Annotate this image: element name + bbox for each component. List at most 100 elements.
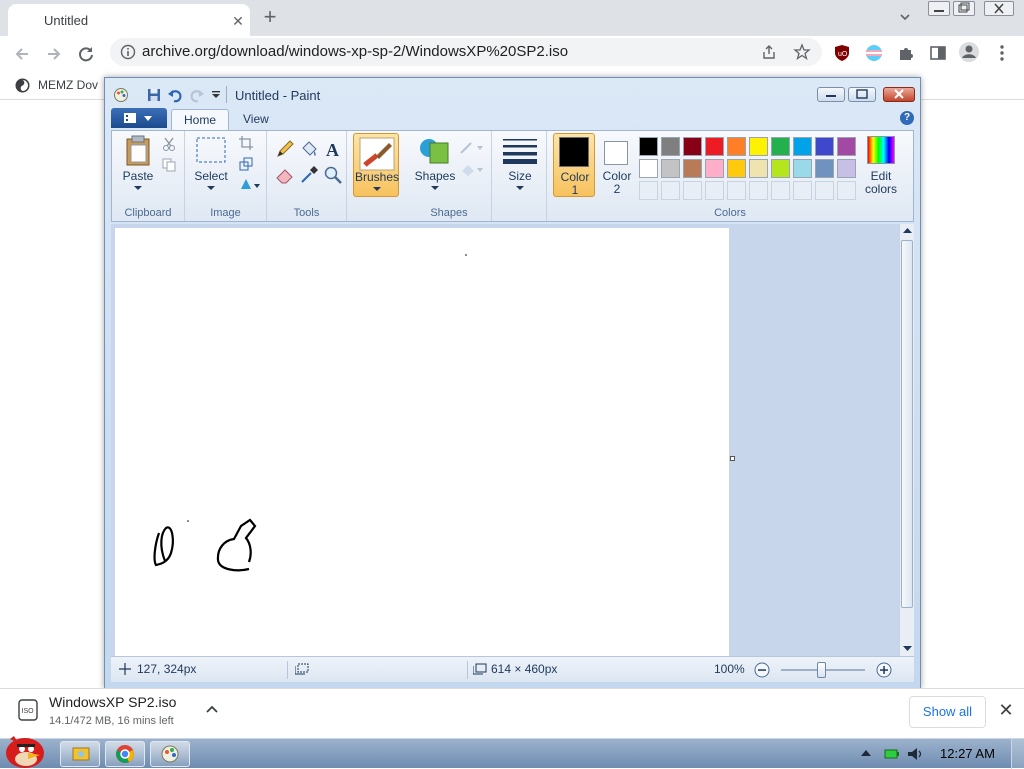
ublock-icon[interactable]: uO	[834, 44, 850, 62]
taskbar-explorer-button[interactable]	[60, 741, 100, 767]
canvas-area[interactable]	[111, 224, 899, 656]
palette-swatch[interactable]	[683, 137, 702, 156]
back-icon[interactable]	[10, 42, 34, 66]
select-button[interactable]: Select	[189, 133, 233, 197]
volume-icon[interactable]	[906, 746, 924, 762]
scrollbar-thumb[interactable]	[901, 240, 913, 608]
download-filename[interactable]: WindowsXP SP2.iso	[49, 694, 176, 710]
share-icon[interactable]	[761, 44, 777, 60]
color1-button[interactable]: Color 1	[553, 133, 595, 197]
scroll-up-icon[interactable]	[903, 228, 912, 234]
custom-color-slot[interactable]	[815, 181, 834, 200]
restore-icon[interactable]	[953, 1, 975, 16]
undo-icon[interactable]	[167, 87, 183, 103]
show-desktop-button[interactable]	[1011, 739, 1024, 769]
tab-home[interactable]: Home	[171, 109, 230, 130]
paint-minimize-icon[interactable]	[817, 87, 845, 102]
palette-swatch[interactable]	[793, 159, 812, 178]
customize-toolbar-icon[interactable]	[211, 89, 221, 99]
show-all-button[interactable]: Show all	[909, 696, 986, 728]
zoom-out-icon[interactable]	[754, 662, 770, 678]
menu-icon[interactable]	[994, 44, 1010, 62]
tab-search-icon[interactable]	[897, 9, 913, 25]
tray-expand-icon[interactable]	[861, 749, 871, 757]
palette-swatch[interactable]	[639, 137, 658, 156]
shapes-button[interactable]: Shapes	[413, 133, 457, 197]
palette-swatch[interactable]	[771, 159, 790, 178]
palette-swatch[interactable]	[727, 137, 746, 156]
paste-button[interactable]: Paste	[116, 133, 160, 197]
custom-color-slot[interactable]	[639, 181, 658, 200]
brushes-button[interactable]: Brushes	[353, 133, 399, 197]
scroll-down-icon[interactable]	[903, 645, 912, 651]
palette-swatch[interactable]	[661, 159, 680, 178]
magnifier-icon[interactable]	[323, 165, 343, 185]
palette-swatch[interactable]	[727, 159, 746, 178]
extensions-icon[interactable]	[897, 44, 915, 62]
copy-icon[interactable]	[162, 158, 176, 172]
custom-color-slot[interactable]	[683, 181, 702, 200]
redo-icon[interactable]	[189, 87, 205, 103]
color-picker-icon[interactable]	[299, 165, 319, 185]
color2-button[interactable]: Color 2	[597, 133, 637, 197]
fill-icon[interactable]	[299, 139, 319, 159]
download-bar-close-icon[interactable]: ✕	[997, 701, 1015, 719]
shape-fill-icon[interactable]	[459, 161, 483, 177]
address-bar[interactable]: archive.org/download/windows-xp-sp-2/Win…	[110, 38, 822, 66]
start-button-angry-bird-icon[interactable]	[0, 731, 50, 769]
reload-icon[interactable]	[74, 42, 98, 66]
palette-swatch[interactable]	[749, 137, 768, 156]
paint-app-icon[interactable]	[113, 87, 129, 103]
palette-swatch[interactable]	[815, 159, 834, 178]
size-button[interactable]: Size	[498, 133, 542, 197]
palette-swatch[interactable]	[661, 137, 680, 156]
pride-extension-icon[interactable]	[865, 44, 883, 62]
custom-color-slot[interactable]	[727, 181, 746, 200]
drawing-canvas[interactable]	[115, 228, 735, 656]
palette-swatch[interactable]	[705, 159, 724, 178]
canvas-resize-handle[interactable]	[730, 456, 735, 461]
pencil-icon[interactable]	[275, 139, 295, 159]
palette-swatch[interactable]	[837, 137, 856, 156]
bookmark-star-icon[interactable]	[793, 43, 811, 61]
custom-color-slot[interactable]	[661, 181, 680, 200]
close-window-icon[interactable]	[984, 1, 1014, 16]
edit-colors-button[interactable]: Edit colors	[855, 133, 907, 197]
palette-swatch[interactable]	[705, 137, 724, 156]
download-options-chevron-icon[interactable]	[205, 704, 219, 714]
url-text[interactable]: archive.org/download/windows-xp-sp-2/Win…	[142, 43, 568, 60]
custom-color-slot[interactable]	[771, 181, 790, 200]
zoom-slider-thumb[interactable]	[817, 662, 826, 678]
minimize-icon[interactable]	[928, 1, 950, 16]
cut-icon[interactable]	[162, 137, 176, 151]
forward-icon[interactable]	[42, 42, 66, 66]
paint-file-menu-button[interactable]	[111, 108, 167, 128]
resize-icon[interactable]	[239, 157, 253, 171]
new-tab-icon[interactable]: +	[259, 6, 281, 29]
help-icon[interactable]: ?	[900, 111, 914, 125]
browser-tab[interactable]: Untitled ✕	[8, 4, 250, 36]
palette-swatch[interactable]	[771, 137, 790, 156]
palette-swatch[interactable]	[815, 137, 834, 156]
outline-icon[interactable]	[459, 139, 483, 155]
quick-save-icon[interactable]	[147, 88, 161, 102]
battery-icon[interactable]	[884, 748, 900, 760]
sidebar-icon[interactable]	[929, 44, 947, 62]
palette-swatch[interactable]	[793, 137, 812, 156]
crop-icon[interactable]	[239, 136, 253, 150]
palette-swatch[interactable]	[683, 159, 702, 178]
bookmark-memz[interactable]: MEMZ Dov	[38, 78, 98, 92]
profile-icon[interactable]	[958, 41, 980, 63]
taskbar-clock[interactable]: 12:27 AM	[940, 746, 995, 761]
custom-color-slot[interactable]	[837, 181, 856, 200]
custom-color-slot[interactable]	[793, 181, 812, 200]
vertical-scrollbar[interactable]	[899, 224, 914, 656]
palette-swatch[interactable]	[639, 159, 658, 178]
zoom-in-icon[interactable]	[876, 662, 892, 678]
eraser-icon[interactable]	[275, 165, 295, 185]
site-info-icon[interactable]	[120, 44, 136, 60]
palette-swatch[interactable]	[749, 159, 768, 178]
custom-color-slot[interactable]	[705, 181, 724, 200]
tab-view[interactable]: View	[231, 109, 281, 130]
text-icon[interactable]: A	[323, 139, 343, 159]
